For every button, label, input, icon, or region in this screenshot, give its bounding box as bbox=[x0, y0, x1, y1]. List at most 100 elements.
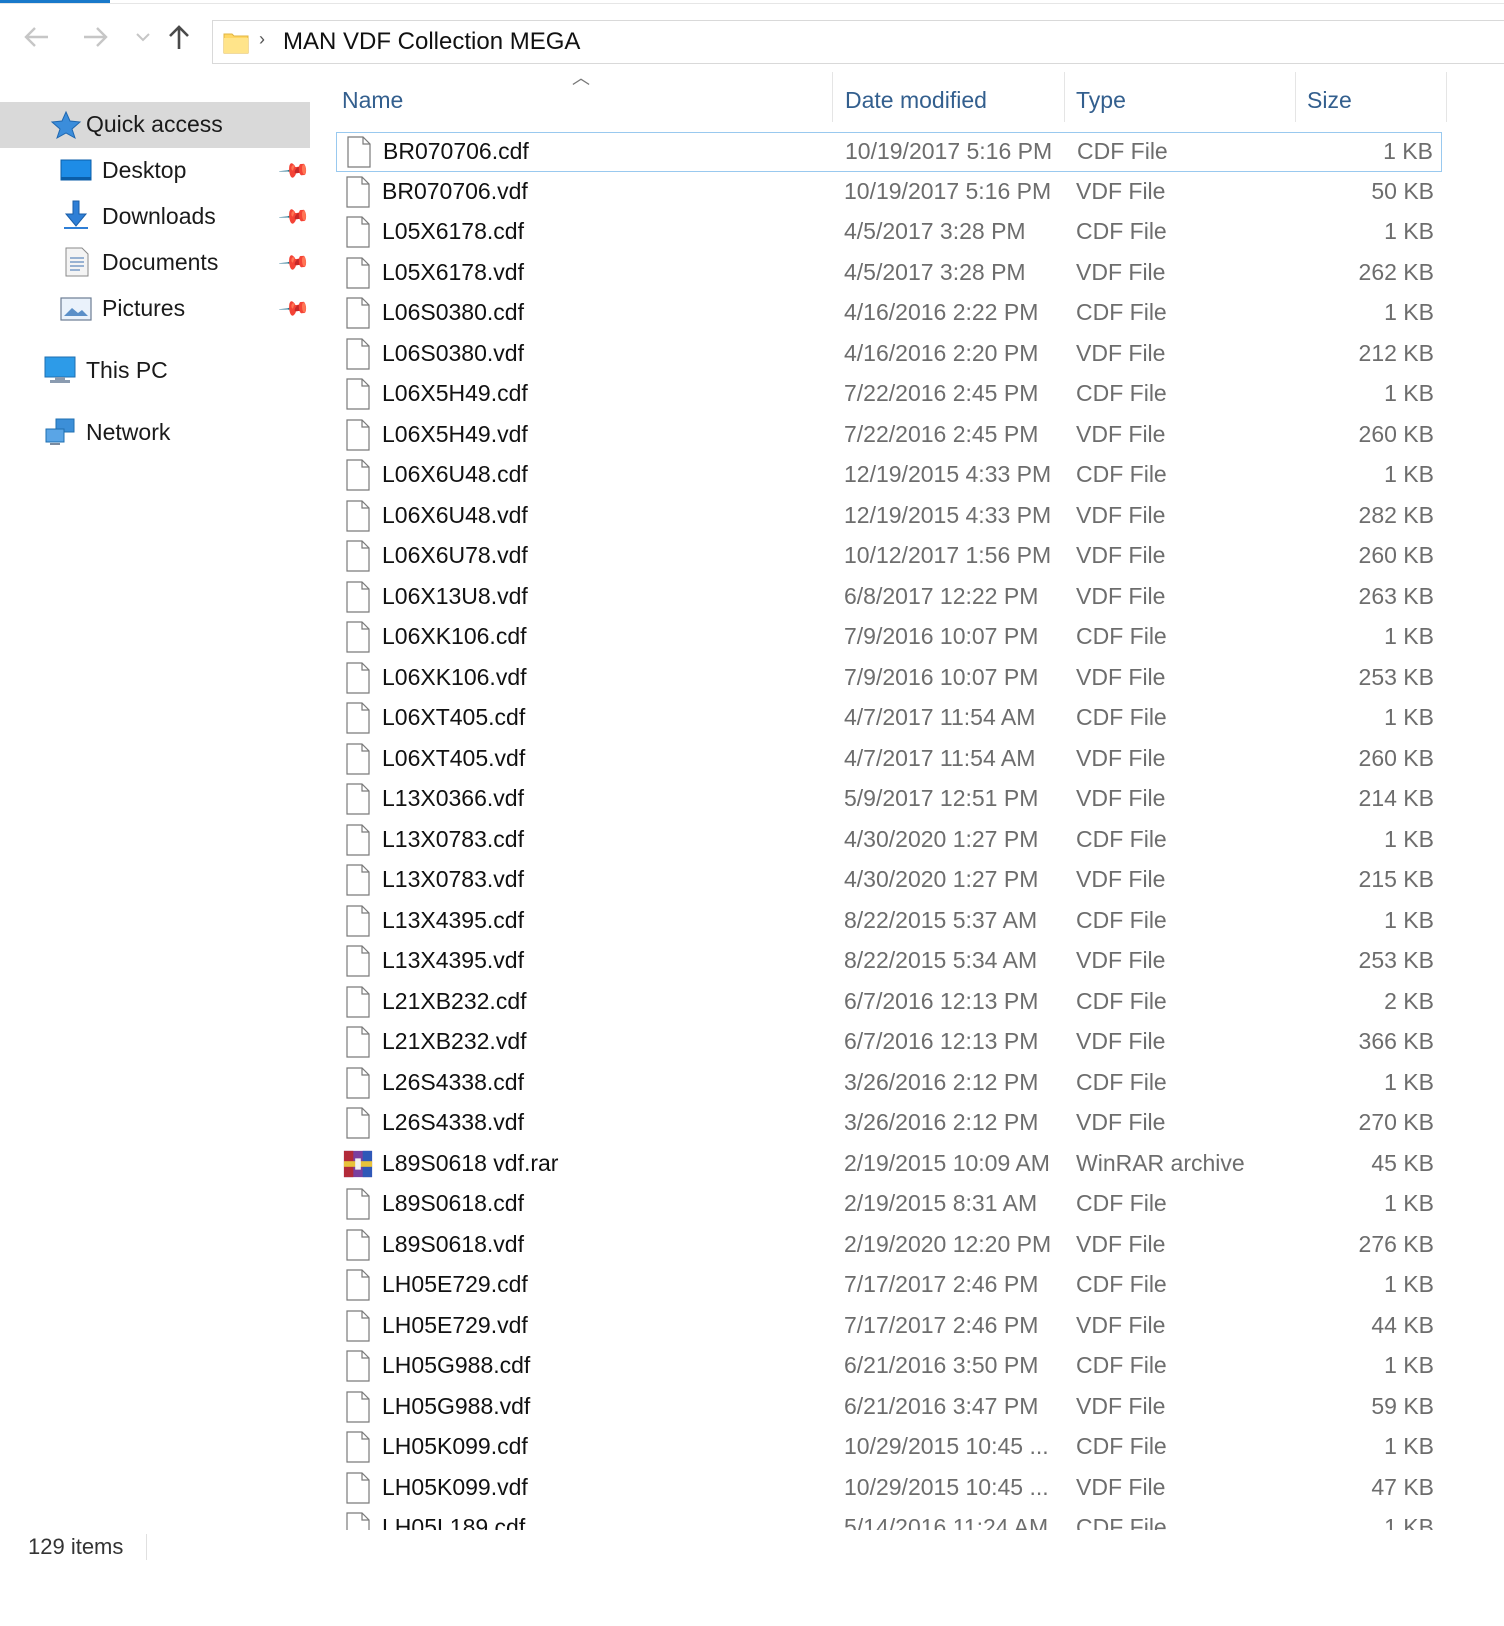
file-name[interactable]: LH05K099.vdf bbox=[382, 1474, 528, 1501]
file-name[interactable]: L06X5H49.vdf bbox=[382, 421, 528, 448]
file-row[interactable]: L06S0380.vdf 4/16/2016 2:20 PM VDF File 212… bbox=[336, 335, 1442, 375]
file-type: CDF File bbox=[1076, 461, 1167, 487]
file-name[interactable]: L06XK106.cdf bbox=[382, 623, 527, 650]
file-name[interactable]: L06S0380.vdf bbox=[382, 340, 524, 367]
file-name[interactable]: L21XB232.cdf bbox=[382, 988, 527, 1015]
file-name[interactable]: L21XB232.vdf bbox=[382, 1028, 527, 1055]
file-name[interactable]: L89S0618.vdf bbox=[382, 1231, 524, 1258]
sidebar-item-pictures[interactable]: Pictures 📌 bbox=[0, 286, 312, 332]
pin-icon[interactable]: 📌 bbox=[277, 245, 312, 280]
file-name[interactable]: BR070706.cdf bbox=[383, 138, 529, 165]
file-row[interactable]: L89S0618 vdf.rar 2/19/2015 10:09 AM WinRAR… bbox=[336, 1145, 1442, 1185]
file-row[interactable]: L06X6U78.vdf 10/12/2017 1:56 PM VDF File 26… bbox=[336, 537, 1442, 577]
column-header-name[interactable]: Name bbox=[342, 80, 830, 120]
file-name[interactable]: L26S4338.cdf bbox=[382, 1069, 524, 1096]
file-row[interactable]: LH05E729.cdf 7/17/2017 2:46 PM CDF File 1 K… bbox=[336, 1266, 1442, 1306]
column-divider[interactable] bbox=[1064, 72, 1065, 122]
column-header-date-modified[interactable]: Date modified bbox=[845, 80, 1061, 120]
forward-arrow-icon[interactable] bbox=[80, 22, 110, 52]
file-row[interactable]: BR070706.vdf 10/19/2017 5:16 PM VDF File 50… bbox=[336, 173, 1442, 213]
file-name[interactable]: L13X0783.vdf bbox=[382, 866, 524, 893]
file-row[interactable]: L06X6U48.vdf 12/19/2015 4:33 PM VDF File 28… bbox=[336, 497, 1442, 537]
pin-icon[interactable]: 📌 bbox=[277, 291, 312, 326]
file-name[interactable]: L13X0783.cdf bbox=[382, 826, 524, 853]
column-header-size[interactable]: Size bbox=[1307, 80, 1443, 120]
sidebar-item-desktop[interactable]: Desktop 📌 bbox=[0, 148, 312, 194]
file-date-modified: 7/9/2016 10:07 PM bbox=[844, 664, 1039, 690]
file-name[interactable]: L06S0380.cdf bbox=[382, 299, 524, 326]
column-divider[interactable] bbox=[1295, 72, 1296, 122]
file-row[interactable]: L13X0366.vdf 5/9/2017 12:51 PM VDF File 214… bbox=[336, 780, 1442, 820]
column-divider[interactable] bbox=[832, 72, 833, 122]
up-arrow-icon[interactable] bbox=[164, 22, 194, 52]
file-row[interactable]: LH05G988.cdf 6/21/2016 3:50 PM CDF File 1 K… bbox=[336, 1347, 1442, 1387]
file-row[interactable]: L06XT405.cdf 4/7/2017 11:54 AM CDF File 1 K… bbox=[336, 699, 1442, 739]
file-name[interactable]: LH05G988.cdf bbox=[382, 1352, 530, 1379]
file-icon bbox=[346, 1067, 370, 1099]
pin-icon[interactable]: 📌 bbox=[277, 199, 312, 234]
address-bar[interactable]: › MAN VDF Collection MEGA bbox=[212, 20, 1504, 64]
file-name[interactable]: L06X6U78.vdf bbox=[382, 542, 528, 569]
sidebar-item-documents[interactable]: Documents 📌 bbox=[0, 240, 312, 286]
sidebar-item-network[interactable]: Network bbox=[0, 410, 310, 456]
file-name[interactable]: L05X6178.vdf bbox=[382, 259, 524, 286]
pin-icon[interactable]: 📌 bbox=[277, 153, 312, 188]
file-row[interactable]: LH05G988.vdf 6/21/2016 3:47 PM VDF File 59 … bbox=[336, 1388, 1442, 1428]
file-name[interactable]: LH05L189.cdf bbox=[382, 1514, 525, 1530]
column-divider[interactable] bbox=[1446, 72, 1447, 122]
file-row[interactable]: L26S4338.vdf 3/26/2016 2:12 PM VDF File 270… bbox=[336, 1104, 1442, 1144]
file-row[interactable]: L13X0783.vdf 4/30/2020 1:27 PM VDF File 215… bbox=[336, 861, 1442, 901]
breadcrumb-separator-icon[interactable]: › bbox=[259, 29, 265, 50]
file-row[interactable]: L06X5H49.cdf 7/22/2016 2:45 PM CDF File 1 K… bbox=[336, 375, 1442, 415]
file-row[interactable]: L13X4395.vdf 8/22/2015 5:34 AM VDF File 253… bbox=[336, 942, 1442, 982]
file-name[interactable]: LH05E729.vdf bbox=[382, 1312, 528, 1339]
file-name[interactable]: L06X6U48.cdf bbox=[382, 461, 528, 488]
column-header-type[interactable]: Type bbox=[1076, 80, 1292, 120]
file-row[interactable]: L06XK106.vdf 7/9/2016 10:07 PM VDF File 253… bbox=[336, 659, 1442, 699]
file-name[interactable]: L05X6178.cdf bbox=[382, 218, 524, 245]
file-name[interactable]: L89S0618.cdf bbox=[382, 1190, 524, 1217]
file-name[interactable]: BR070706.vdf bbox=[382, 178, 528, 205]
sidebar-item-quick-access[interactable]: Quick access bbox=[0, 102, 310, 148]
file-row[interactable]: L06XK106.cdf 7/9/2016 10:07 PM CDF File 1 K… bbox=[336, 618, 1442, 658]
file-name[interactable]: L06X6U48.vdf bbox=[382, 502, 528, 529]
file-row[interactable]: L06X5H49.vdf 7/22/2016 2:45 PM VDF File 260… bbox=[336, 416, 1442, 456]
file-row[interactable]: L89S0618.vdf 2/19/2020 12:20 PM VDF File 27… bbox=[336, 1226, 1442, 1266]
breadcrumb-current-folder[interactable]: MAN VDF Collection MEGA bbox=[283, 28, 580, 56]
file-name[interactable]: LH05G988.vdf bbox=[382, 1393, 530, 1420]
file-name[interactable]: L06XK106.vdf bbox=[382, 664, 527, 691]
file-name[interactable]: L06XT405.cdf bbox=[382, 704, 525, 731]
file-name[interactable]: L06XT405.vdf bbox=[382, 745, 525, 772]
file-name[interactable]: L89S0618 vdf.rar bbox=[382, 1150, 558, 1177]
file-size: 1 KB bbox=[1384, 1514, 1434, 1530]
file-row[interactable]: L21XB232.cdf 6/7/2016 12:13 PM CDF File 2 K… bbox=[336, 983, 1442, 1023]
file-row[interactable]: BR070706.cdf 10/19/2017 5:16 PM CDF File 1 … bbox=[336, 132, 1442, 172]
file-row[interactable]: L21XB232.vdf 6/7/2016 12:13 PM VDF File 366… bbox=[336, 1023, 1442, 1063]
chevron-down-icon[interactable] bbox=[128, 22, 158, 52]
file-row[interactable]: L06S0380.cdf 4/16/2016 2:22 PM CDF File 1 K… bbox=[336, 294, 1442, 334]
file-name[interactable]: L06X13U8.vdf bbox=[382, 583, 528, 610]
file-row[interactable]: L13X4395.cdf 8/22/2015 5:37 AM CDF File 1 K… bbox=[336, 902, 1442, 942]
file-name[interactable]: L13X4395.vdf bbox=[382, 947, 524, 974]
file-name[interactable]: L06X5H49.cdf bbox=[382, 380, 528, 407]
file-row[interactable]: L06X13U8.vdf 6/8/2017 12:22 PM VDF File 263… bbox=[336, 578, 1442, 618]
sidebar-item-downloads[interactable]: Downloads 📌 bbox=[0, 194, 312, 240]
file-row[interactable]: LH05K099.vdf 10/29/2015 10:45 ... VDF File… bbox=[336, 1469, 1442, 1509]
file-row[interactable]: LH05L189.cdf 5/14/2016 11:24 AM CDF File 1 … bbox=[336, 1509, 1442, 1530]
sidebar-item-this-pc[interactable]: This PC bbox=[0, 348, 310, 394]
file-name[interactable]: LH05E729.cdf bbox=[382, 1271, 528, 1298]
file-row[interactable]: L06XT405.vdf 4/7/2017 11:54 AM VDF File 260… bbox=[336, 740, 1442, 780]
back-arrow-icon[interactable] bbox=[22, 22, 52, 52]
file-row[interactable]: LH05E729.vdf 7/17/2017 2:46 PM VDF File 44 … bbox=[336, 1307, 1442, 1347]
file-name[interactable]: LH05K099.cdf bbox=[382, 1433, 528, 1460]
file-name[interactable]: L13X4395.cdf bbox=[382, 907, 524, 934]
file-row[interactable]: L13X0783.cdf 4/30/2020 1:27 PM CDF File 1 K… bbox=[336, 821, 1442, 861]
file-row[interactable]: L05X6178.vdf 4/5/2017 3:28 PM VDF File 262 … bbox=[336, 254, 1442, 294]
file-row[interactable]: L26S4338.cdf 3/26/2016 2:12 PM CDF File 1 K… bbox=[336, 1064, 1442, 1104]
file-row[interactable]: L89S0618.cdf 2/19/2015 8:31 AM CDF File 1 K… bbox=[336, 1185, 1442, 1225]
file-row[interactable]: L05X6178.cdf 4/5/2017 3:28 PM CDF File 1 KB bbox=[336, 213, 1442, 253]
file-row[interactable]: LH05K099.cdf 10/29/2015 10:45 ... CDF File… bbox=[336, 1428, 1442, 1468]
file-name[interactable]: L26S4338.vdf bbox=[382, 1109, 524, 1136]
file-name[interactable]: L13X0366.vdf bbox=[382, 785, 524, 812]
file-row[interactable]: L06X6U48.cdf 12/19/2015 4:33 PM CDF File 1 … bbox=[336, 456, 1442, 496]
